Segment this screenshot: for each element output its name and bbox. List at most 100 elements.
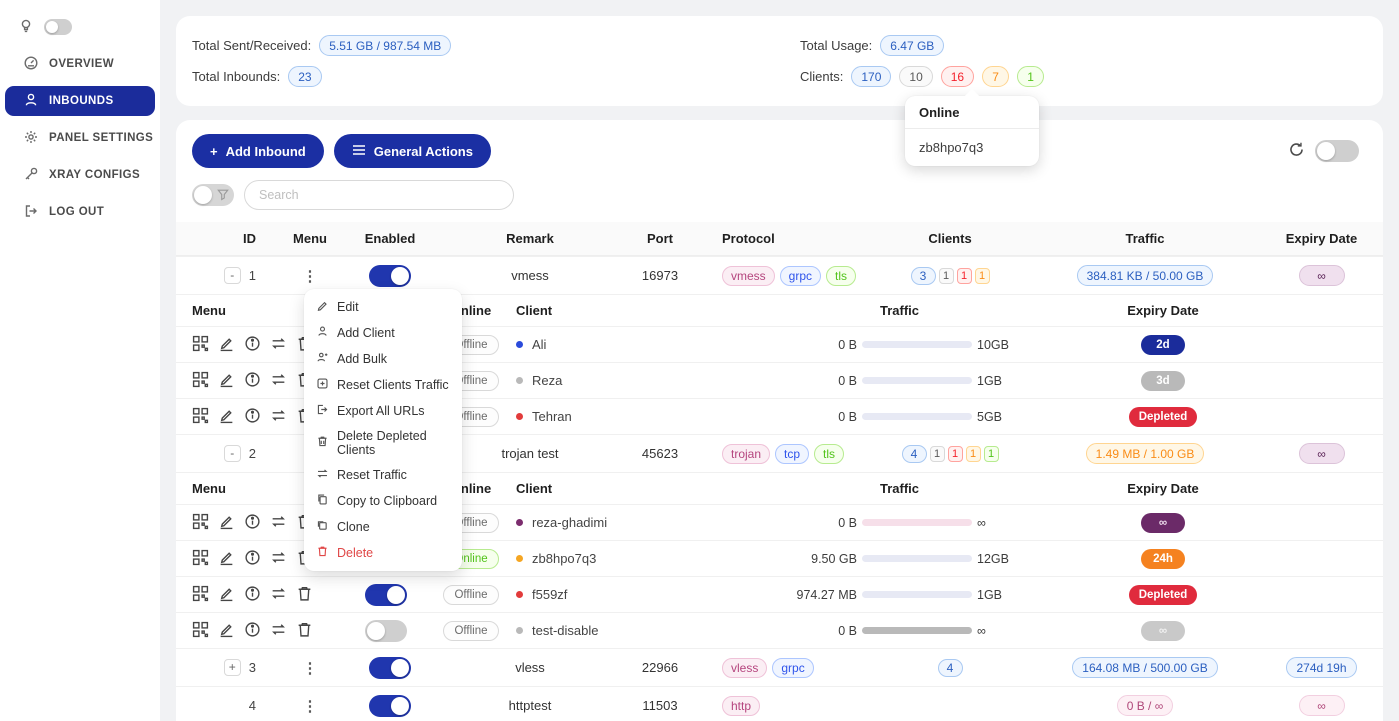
sidebar-item-xray-configs[interactable]: XRAY CONFIGS	[5, 160, 155, 190]
client-enabled-toggle[interactable]	[365, 584, 407, 606]
enabled-toggle[interactable]	[369, 265, 411, 287]
qrcode-icon[interactable]	[192, 549, 209, 569]
sub-col-expiry: Expiry Date	[1043, 481, 1283, 496]
enabled-toggle[interactable]	[369, 695, 411, 717]
general-actions-button[interactable]: General Actions	[334, 134, 491, 168]
traffic-bar	[862, 555, 972, 562]
menu-item-export-all-urls[interactable]: Export All URLs	[304, 398, 462, 424]
reset-traffic-icon[interactable]	[270, 407, 287, 427]
client-row-test-disable: Offline test-disable 0 B ∞ ∞	[176, 612, 1383, 648]
inbound-remark: httptest	[440, 698, 620, 713]
reset-traffic-icon[interactable]	[270, 513, 287, 533]
delete-depleted-icon	[316, 435, 329, 451]
row-menu-button[interactable]: ⋮	[303, 267, 318, 285]
edit-icon[interactable]	[218, 513, 235, 533]
stat-label: Total Sent/Received:	[192, 38, 311, 53]
menu-item-add-bulk[interactable]: Add Bulk	[304, 346, 462, 372]
enabled-toggle[interactable]	[369, 657, 411, 679]
menu-item-delete-depleted-clients[interactable]: Delete Depleted Clients	[304, 424, 462, 462]
protocol-tag: vless	[722, 658, 767, 678]
search-input[interactable]	[244, 180, 514, 210]
sidebar-item-label: INBOUNDS	[49, 95, 114, 107]
traffic-used: 0 B	[767, 516, 857, 530]
clients-count-badge: 1	[957, 268, 972, 284]
collapse-row-button[interactable]: -	[224, 267, 241, 284]
edit-icon[interactable]	[218, 335, 235, 355]
info-icon[interactable]	[244, 371, 261, 391]
menu-item-reset-traffic[interactable]: Reset Traffic	[304, 462, 462, 488]
reset-traffic-icon[interactable]	[270, 549, 287, 569]
traffic-used: 0 B	[767, 338, 857, 352]
reset-traffic-icon[interactable]	[270, 621, 287, 641]
menu-item-edit[interactable]: Edit	[304, 294, 462, 320]
sidebar-item-inbounds[interactable]: INBOUNDS	[5, 86, 155, 116]
clients-deactive-badge[interactable]: 10	[899, 66, 932, 87]
reset-traffic-icon[interactable]	[270, 585, 287, 605]
reset-traffic-icon[interactable]	[270, 371, 287, 391]
client-enabled-toggle[interactable]	[365, 620, 407, 642]
clients-total-badge[interactable]: 170	[851, 66, 891, 87]
sidebar-item-overview[interactable]: OVERVIEW	[5, 49, 155, 79]
menu-item-clone[interactable]: Clone	[304, 514, 462, 540]
row-menu-button[interactable]: ⋮	[303, 697, 318, 715]
menu-item-reset-clients-traffic[interactable]: Reset Clients Traffic	[304, 372, 462, 398]
qrcode-icon[interactable]	[192, 407, 209, 427]
online-client-name: zb8hpo7q3	[905, 129, 1039, 166]
trash-icon[interactable]	[296, 621, 313, 641]
edit-icon[interactable]	[218, 407, 235, 427]
sidebar-item-log-out[interactable]: LOG OUT	[5, 197, 155, 227]
edit-icon[interactable]	[218, 371, 235, 391]
qrcode-icon[interactable]	[192, 621, 209, 641]
reset-traffic-icon[interactable]	[270, 335, 287, 355]
bulb-icon	[18, 18, 34, 37]
col-header-port: Port	[620, 231, 700, 246]
edit-icon[interactable]	[218, 585, 235, 605]
trash-icon[interactable]	[296, 585, 313, 605]
app: OVERVIEW INBOUNDS PANEL SETTINGS XRAY CO…	[0, 0, 1399, 721]
client-dot	[516, 377, 523, 384]
protocol-tag: trojan	[722, 444, 770, 464]
inbound-row-4: 4 ⋮ httptest 11503 http 0 B / ∞ ∞	[176, 686, 1383, 721]
filter-toggle[interactable]	[192, 184, 234, 206]
row-menu-button[interactable]: ⋮	[303, 659, 318, 677]
client-dot	[516, 519, 523, 526]
info-icon[interactable]	[244, 585, 261, 605]
clients-depleted-badge[interactable]: 16	[941, 66, 974, 87]
clients-count-badge: 1	[939, 268, 954, 284]
qrcode-icon[interactable]	[192, 335, 209, 355]
inbound-id: 3	[249, 660, 256, 675]
refresh-icon[interactable]	[1288, 141, 1305, 161]
expand-row-button[interactable]: +	[224, 659, 241, 676]
menu-item-add-client[interactable]: Add Client	[304, 320, 462, 346]
qrcode-icon[interactable]	[192, 585, 209, 605]
info-icon[interactable]	[244, 407, 261, 427]
edit-icon[interactable]	[218, 621, 235, 641]
sidebar-item-label: LOG OUT	[49, 206, 104, 218]
reset-traffic-icon	[316, 467, 329, 483]
edit-icon	[316, 299, 329, 315]
clients-expiring-badge[interactable]: 7	[982, 66, 1009, 87]
menu-item-delete[interactable]: Delete	[304, 540, 462, 566]
stats-left-column: Total Sent/Received: 5.51 GB / 987.54 MB…	[192, 30, 800, 106]
auto-refresh-toggle[interactable]	[1315, 140, 1359, 162]
clipboard-icon	[316, 493, 329, 509]
client-dot	[516, 555, 523, 562]
traffic-used: 9.50 GB	[767, 552, 857, 566]
sidebar-item-panel-settings[interactable]: PANEL SETTINGS	[5, 123, 155, 153]
client-row-f559zf: Offline f559zf 974.27 MB 1GB Depleted	[176, 576, 1383, 612]
info-icon[interactable]	[244, 621, 261, 641]
client-dot	[516, 413, 523, 420]
qrcode-icon[interactable]	[192, 371, 209, 391]
qrcode-icon[interactable]	[192, 513, 209, 533]
add-inbound-button[interactable]: + Add Inbound	[192, 134, 324, 168]
collapse-row-button[interactable]: -	[224, 445, 241, 462]
menu-item-copy-to-clipboard[interactable]: Copy to Clipboard	[304, 488, 462, 514]
edit-icon[interactable]	[218, 549, 235, 569]
clients-counts: Clients: 170 10 16 7 1	[800, 61, 1044, 92]
info-icon[interactable]	[244, 335, 261, 355]
theme-toggle[interactable]	[44, 19, 72, 35]
info-icon[interactable]	[244, 513, 261, 533]
info-icon[interactable]	[244, 549, 261, 569]
clients-online-badge[interactable]: 1	[1017, 66, 1044, 87]
traffic-cap: 10GB	[977, 338, 1032, 352]
